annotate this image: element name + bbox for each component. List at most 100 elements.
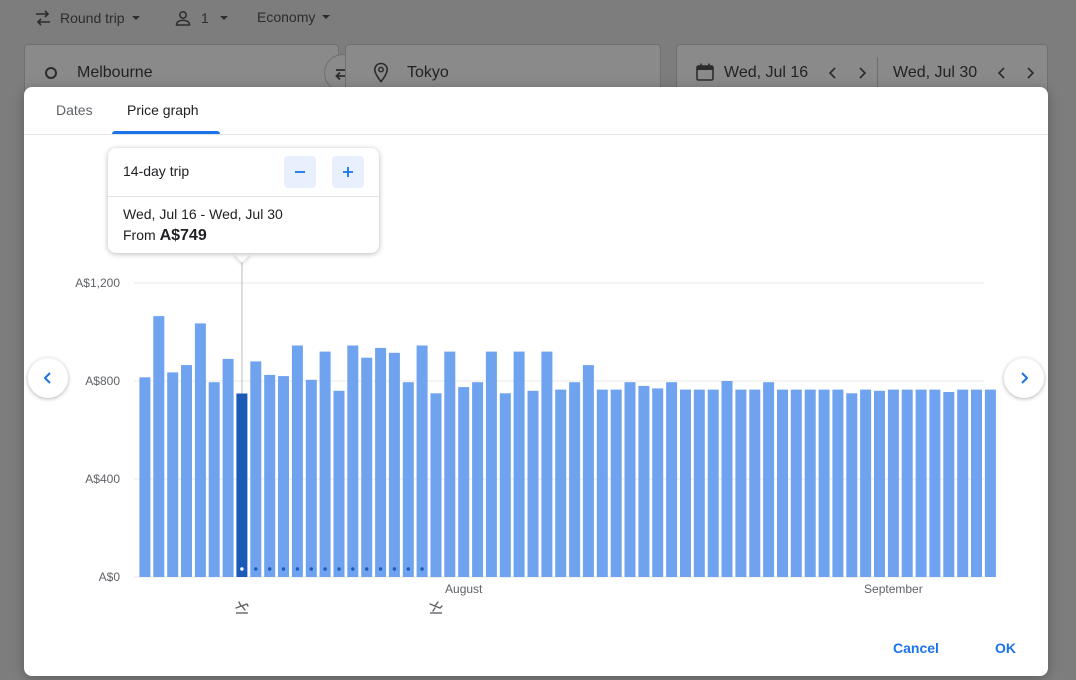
trip-span-dot (365, 567, 369, 571)
flight-land-icon (429, 601, 443, 614)
trip-span-dot (323, 567, 327, 571)
increase-trip-length-button[interactable] (332, 156, 364, 188)
price-bar[interactable] (153, 316, 165, 577)
price-bar[interactable] (971, 389, 982, 577)
price-bar[interactable] (194, 323, 206, 577)
price-bar[interactable] (402, 382, 414, 577)
trip-price-value: A$749 (159, 227, 207, 244)
month-label: August (445, 582, 483, 596)
price-bar[interactable] (472, 382, 484, 577)
price-bar[interactable] (735, 389, 747, 577)
price-bar[interactable] (929, 389, 941, 577)
price-bar[interactable] (444, 351, 456, 577)
price-bar[interactable] (957, 389, 969, 577)
price-bar[interactable] (485, 351, 497, 577)
trip-span-dot (295, 567, 300, 571)
cancel-button[interactable]: Cancel (893, 640, 939, 656)
price-bar[interactable] (790, 389, 802, 577)
price-bar[interactable] (610, 389, 622, 577)
price-bar[interactable] (375, 347, 387, 577)
price-bar[interactable] (139, 377, 151, 577)
caret-down-icon (322, 15, 331, 19)
chevron-left-icon[interactable] (826, 66, 840, 80)
price-bar[interactable] (652, 388, 664, 577)
chevron-right-icon[interactable] (1023, 66, 1037, 80)
chart-month-labels: August September (445, 582, 923, 596)
chart-y-labels: A$0 A$400 A$800 A$1,200 (75, 276, 120, 584)
chevron-left-icon[interactable] (995, 66, 1009, 80)
price-bar[interactable] (208, 382, 220, 577)
trip-span-dot (392, 567, 397, 571)
price-bar[interactable] (541, 351, 553, 577)
price-bar[interactable] (527, 390, 539, 577)
price-bar[interactable] (721, 381, 733, 577)
price-bar[interactable] (291, 345, 303, 578)
price-bar[interactable] (874, 390, 885, 577)
price-bar[interactable] (763, 382, 775, 577)
trip-price: From A$749 (123, 227, 207, 245)
price-bar[interactable] (361, 357, 373, 577)
trip-span-dot (351, 567, 355, 571)
price-bar[interactable] (984, 389, 996, 577)
price-bar[interactable] (680, 389, 691, 577)
price-bar[interactable] (596, 389, 608, 577)
price-bar[interactable] (707, 389, 719, 577)
ok-button[interactable]: OK (995, 640, 1016, 656)
decrease-trip-length-button[interactable] (284, 156, 316, 188)
price-bar[interactable] (347, 345, 359, 578)
price-bar[interactable] (901, 389, 913, 577)
price-bar[interactable] (777, 389, 788, 577)
price-bar-selected[interactable] (236, 393, 248, 578)
price-bar[interactable] (666, 382, 678, 577)
price-bar[interactable] (388, 352, 400, 577)
y-tick-label: A$800 (85, 374, 120, 388)
price-bar[interactable] (887, 389, 899, 577)
depart-date-value: Wed, Jul 16 (724, 64, 809, 81)
price-bar[interactable] (749, 389, 761, 577)
previous-dates-button[interactable] (28, 358, 68, 398)
price-bar[interactable] (278, 376, 289, 577)
trip-span-dot (281, 567, 286, 571)
price-bar[interactable] (860, 389, 872, 577)
price-bar[interactable] (250, 361, 262, 577)
price-bar[interactable] (430, 393, 442, 578)
price-graph-dialog: Dates Price graph A$0 A$400 A$800 A$1,200 A… (24, 87, 1048, 676)
price-bar[interactable] (832, 389, 844, 577)
chevron-right-icon[interactable] (855, 66, 869, 80)
price-bar[interactable] (638, 385, 650, 577)
price-bar[interactable] (818, 389, 830, 577)
price-bar[interactable] (222, 358, 234, 577)
price-bar[interactable] (624, 382, 636, 577)
chart-bars (139, 316, 996, 578)
cabin-class-label: Economy (257, 9, 316, 25)
trip-span-dot (309, 567, 313, 571)
price-bar[interactable] (319, 351, 331, 577)
calendar-icon (696, 63, 714, 81)
price-bar[interactable] (804, 389, 816, 577)
price-bar[interactable] (915, 389, 927, 577)
price-bar[interactable] (416, 345, 428, 578)
price-bar[interactable] (846, 393, 858, 578)
y-tick-label: A$0 (99, 570, 121, 584)
price-bar[interactable] (569, 382, 581, 577)
cabin-class-select[interactable]: Economy (257, 9, 335, 25)
trip-type-select[interactable]: Round trip (33, 9, 145, 27)
price-bar[interactable] (555, 389, 567, 577)
trip-card-divider (108, 196, 379, 197)
trip-span-dot (337, 567, 341, 571)
price-bar[interactable] (305, 379, 317, 577)
price-bar[interactable] (582, 365, 594, 577)
price-bar[interactable] (943, 392, 955, 577)
passengers-select[interactable]: 1 (174, 9, 233, 27)
price-bar[interactable] (499, 393, 511, 578)
price-bar[interactable] (167, 372, 179, 577)
price-bar[interactable] (333, 390, 345, 577)
price-bar[interactable] (693, 389, 705, 577)
price-bar[interactable] (458, 387, 470, 577)
trip-type-label: Round trip (60, 10, 125, 26)
price-bar[interactable] (264, 374, 276, 577)
price-bar[interactable] (513, 351, 525, 577)
trip-card: 14-day trip Wed, Jul 16 - Wed, Jul 30 Fr… (108, 148, 379, 253)
price-bar[interactable] (181, 365, 192, 577)
next-dates-button[interactable] (1004, 358, 1044, 398)
